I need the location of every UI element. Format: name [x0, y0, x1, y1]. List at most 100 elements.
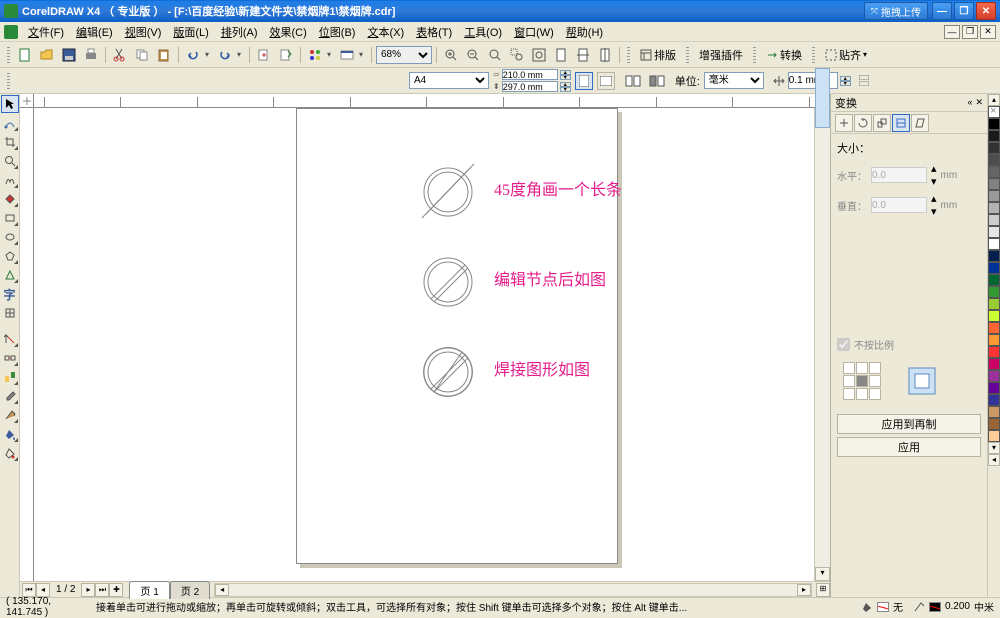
- save-button[interactable]: [59, 45, 79, 65]
- enhance-button[interactable]: 增强插件: [694, 45, 748, 65]
- page-tab-1[interactable]: 页 1: [129, 581, 169, 599]
- docker-menu-button[interactable]: «: [967, 97, 972, 108]
- keep-ratio-checkbox[interactable]: [837, 338, 850, 351]
- layout-button[interactable]: 排版: [635, 45, 681, 65]
- menu-file[interactable]: 文件(F): [22, 22, 70, 42]
- outline-tool[interactable]: [1, 406, 19, 424]
- dimension-tool[interactable]: [1, 330, 19, 348]
- color-swatch[interactable]: [988, 406, 1000, 418]
- table-tool[interactable]: [1, 304, 19, 322]
- drawing-canvas[interactable]: 45度角画一个长条 编辑节点后如图 焊接图形如图: [34, 108, 814, 581]
- color-swatch[interactable]: [988, 310, 1000, 322]
- transform-rotate-tab[interactable]: [854, 114, 872, 132]
- menu-window[interactable]: 窗口(W): [508, 22, 560, 42]
- anchor-grid[interactable]: [843, 362, 881, 400]
- upload-button[interactable]: ⤧ 拖拽上传: [864, 2, 928, 20]
- interactive-fill-tool[interactable]: [1, 444, 19, 462]
- import-button[interactable]: [254, 45, 274, 65]
- copy-button[interactable]: [132, 45, 152, 65]
- palette-down-button[interactable]: ▾: [988, 442, 1000, 454]
- page-last-button[interactable]: ⏭: [95, 583, 109, 597]
- transform-scale-tab[interactable]: [873, 114, 891, 132]
- welcome-button[interactable]: [337, 45, 357, 65]
- color-swatch[interactable]: [988, 178, 1000, 190]
- transform-size-tab[interactable]: [892, 114, 910, 132]
- outline-swatch[interactable]: [929, 602, 941, 612]
- color-swatch[interactable]: [988, 382, 1000, 394]
- scroll-down-button[interactable]: ▾: [815, 567, 830, 581]
- blend-tool[interactable]: [1, 368, 19, 386]
- color-swatch[interactable]: [988, 346, 1000, 358]
- smart-fill-tool[interactable]: [1, 190, 19, 208]
- nudge-input[interactable]: [788, 72, 838, 89]
- zoom-select[interactable]: 68%: [376, 46, 432, 64]
- menu-bitmap[interactable]: 位图(B): [313, 22, 362, 42]
- shape-tool[interactable]: [1, 114, 19, 132]
- close-button[interactable]: ✕: [976, 2, 996, 20]
- transform-position-tab[interactable]: [835, 114, 853, 132]
- polygon-tool[interactable]: [1, 247, 19, 265]
- mdi-minimize[interactable]: —: [944, 25, 960, 39]
- color-swatch[interactable]: [988, 238, 1000, 250]
- palette-menu-button[interactable]: ◂: [988, 454, 1000, 466]
- nav-corner-button[interactable]: ⊞: [816, 583, 830, 597]
- mdi-restore[interactable]: ❐: [962, 25, 978, 39]
- minimize-button[interactable]: —: [932, 2, 952, 20]
- freehand-tool[interactable]: [1, 171, 19, 189]
- color-swatch[interactable]: [988, 394, 1000, 406]
- color-swatch[interactable]: [988, 214, 1000, 226]
- landscape-button[interactable]: [597, 72, 615, 90]
- color-swatch[interactable]: [988, 130, 1000, 142]
- menu-edit[interactable]: 编辑(E): [70, 22, 119, 42]
- page-add-button[interactable]: ✚: [109, 583, 123, 597]
- apply-button[interactable]: 应用: [837, 437, 981, 457]
- apply-duplicate-button[interactable]: 应用到再制: [837, 414, 981, 434]
- unit-select[interactable]: 毫米: [704, 72, 764, 89]
- swatch-none[interactable]: [988, 106, 1000, 118]
- menu-effects[interactable]: 效果(C): [264, 22, 313, 42]
- color-swatch[interactable]: [988, 262, 1000, 274]
- transform-h-input[interactable]: [871, 167, 927, 183]
- page-apply-current-button[interactable]: [647, 71, 667, 91]
- zoom-page-button[interactable]: [551, 45, 571, 65]
- zoom-tool[interactable]: [1, 152, 19, 170]
- mdi-close[interactable]: ✕: [980, 25, 996, 39]
- menu-help[interactable]: 帮助(H): [560, 22, 609, 42]
- zoom-selection-button[interactable]: [507, 45, 527, 65]
- menu-arrange[interactable]: 排列(A): [215, 22, 264, 42]
- page-tab-2[interactable]: 页 2: [170, 581, 210, 599]
- color-swatch[interactable]: [988, 190, 1000, 202]
- print-button[interactable]: [81, 45, 101, 65]
- zoom-in-button[interactable]: [441, 45, 461, 65]
- page-width-input[interactable]: [502, 69, 558, 80]
- hscroll-track[interactable]: ◂ ▸: [214, 583, 812, 597]
- zoom-height-button[interactable]: [595, 45, 615, 65]
- snap-button[interactable]: 贴齐▾: [820, 45, 872, 65]
- maximize-button[interactable]: ❐: [954, 2, 974, 20]
- paste-button[interactable]: [154, 45, 174, 65]
- open-button[interactable]: [37, 45, 57, 65]
- color-swatch[interactable]: [988, 286, 1000, 298]
- color-swatch[interactable]: [988, 118, 1000, 130]
- text-tool[interactable]: 字: [1, 285, 19, 303]
- shape-circle-3[interactable]: [418, 342, 478, 402]
- color-swatch[interactable]: [988, 154, 1000, 166]
- basic-shapes-tool[interactable]: [1, 266, 19, 284]
- new-button[interactable]: [15, 45, 35, 65]
- color-swatch[interactable]: [988, 358, 1000, 370]
- portrait-button[interactable]: [575, 72, 593, 90]
- page-apply-all-button[interactable]: [623, 71, 643, 91]
- menu-view[interactable]: 视图(V): [119, 22, 168, 42]
- fill-swatch[interactable]: [877, 602, 889, 612]
- vertical-ruler[interactable]: [20, 108, 34, 581]
- page-first-button[interactable]: ⏮: [22, 583, 36, 597]
- horizontal-ruler[interactable]: 150 100 50 0 50 100 150 200 250 300 350: [34, 94, 830, 108]
- page-next-button[interactable]: ▸: [81, 583, 95, 597]
- app-launcher-button[interactable]: [305, 45, 325, 65]
- color-swatch[interactable]: [988, 142, 1000, 154]
- redo-button[interactable]: [215, 45, 235, 65]
- connector-tool[interactable]: [1, 349, 19, 367]
- shape-circle-2[interactable]: [418, 252, 478, 312]
- transform-v-input[interactable]: [871, 197, 927, 213]
- color-swatch[interactable]: [988, 370, 1000, 382]
